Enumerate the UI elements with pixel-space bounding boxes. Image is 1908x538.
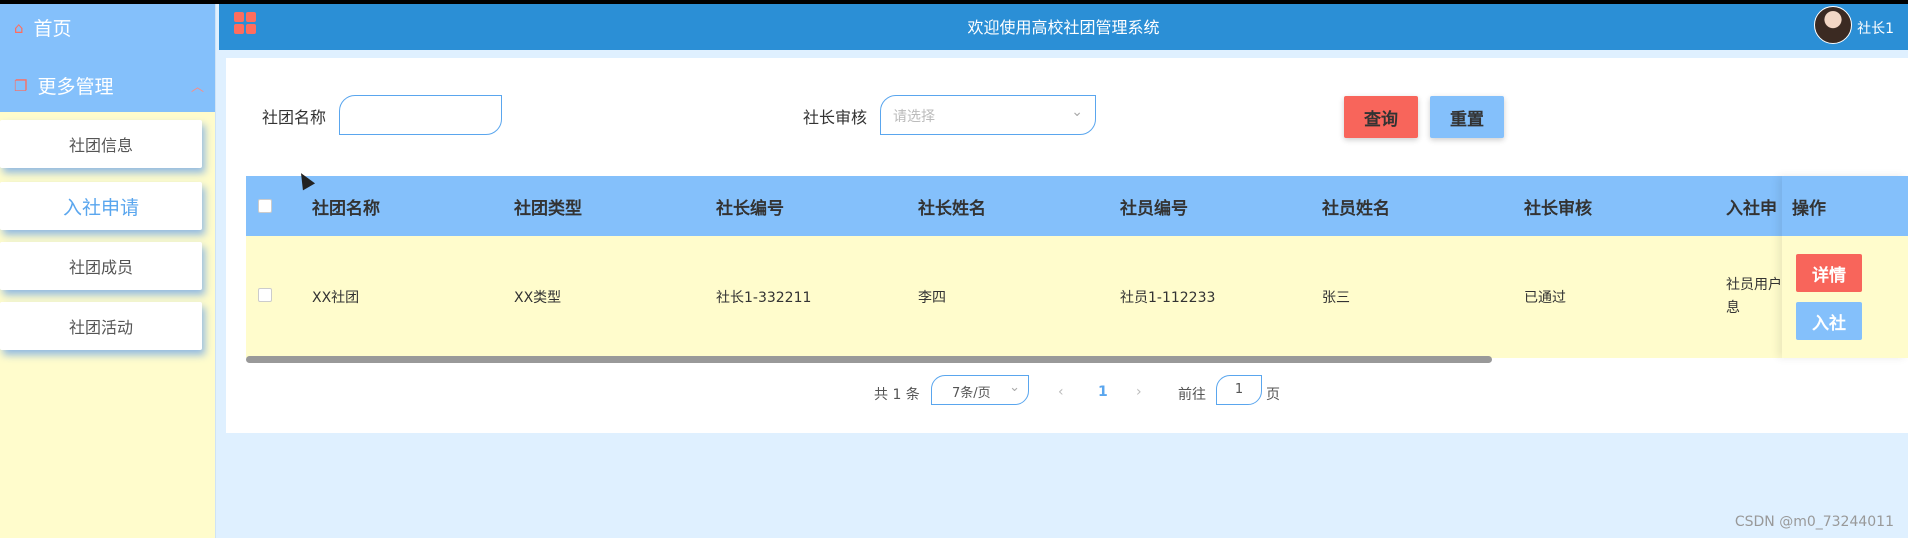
table-cell: XX社团 <box>312 290 360 306</box>
sidebar-item-more[interactable]: ❐ 更多管理 ︿ <box>14 72 204 99</box>
header-bar: 欢迎使用高校社团管理系统 社长1 <box>219 4 1908 50</box>
sidebar-item-label: 社团成员 <box>68 258 133 277</box>
home-icon: ⌂ <box>14 18 24 37</box>
goto-label: 前往 <box>1178 387 1206 403</box>
sidebar-item-join-request[interactable]: 入社申请 <box>0 182 202 230</box>
review-select[interactable]: 请选择 ⌄ <box>880 95 1096 135</box>
pagination-total: 共 1 条 <box>874 387 920 403</box>
chevron-down-icon: ⌄ <box>1071 104 1083 120</box>
select-all-checkbox[interactable] <box>258 199 272 213</box>
goto-page-value: 1 <box>1234 382 1244 397</box>
table-cell: 已通过 <box>1524 290 1566 306</box>
review-select-placeholder: 请选择 <box>893 109 935 125</box>
prev-page-button[interactable]: ‹ <box>1058 384 1064 400</box>
sidebar-home-label: 首页 <box>33 18 72 40</box>
sidebar-item-label: 社团信息 <box>68 136 133 155</box>
column-header: 社长姓名 <box>918 199 986 219</box>
table-header: 社团名称 社团类型 社长编号 社长姓名 社员编号 社员姓名 社长审核 入社申 <box>246 176 1908 236</box>
table-cell: 社员用户 <box>1726 277 1782 293</box>
sidebar-more-label: 更多管理 <box>37 76 114 98</box>
sidebar-item-club-members[interactable]: 社团成员 <box>0 242 202 290</box>
sidebar: ⌂ 首页 ❐ 更多管理 ︿ 社团信息 入社申请 社团成员 社团活动 <box>0 4 216 538</box>
sidebar-item-club-info[interactable]: 社团信息 <box>0 120 202 168</box>
sidebar-menu-header: ⌂ 首页 ❐ 更多管理 ︿ <box>0 4 215 112</box>
horizontal-scrollbar[interactable] <box>246 356 1492 363</box>
column-header: 社员姓名 <box>1322 199 1390 219</box>
sidebar-item-club-activities[interactable]: 社团活动 <box>0 302 202 350</box>
page-size-value: 7条/页 <box>952 386 991 401</box>
row-checkbox[interactable] <box>258 288 272 302</box>
table-cell: 社长1-332211 <box>716 290 812 306</box>
table-cell: 李四 <box>918 290 946 306</box>
column-header: 社团类型 <box>514 199 582 219</box>
current-page[interactable]: 1 <box>1098 384 1108 400</box>
review-label: 社长审核 <box>803 108 868 127</box>
avatar[interactable] <box>1814 6 1852 44</box>
table-row: XX社团 XX类型 社长1-332211 李四 社员1-112233 张三 已通… <box>246 236 1908 358</box>
page-size-select[interactable]: 7条/页 ⌄ <box>931 375 1029 405</box>
detail-button[interactable]: 详情 <box>1796 254 1862 292</box>
join-button[interactable]: 入社 <box>1796 302 1862 340</box>
watermark: CSDN @m0_73244011 <box>1734 514 1894 530</box>
page-suffix: 页 <box>1266 387 1280 403</box>
table-cell: 张三 <box>1322 290 1350 306</box>
page-title: 欢迎使用高校社团管理系统 <box>967 18 1160 37</box>
content-panel: 社团名称 社长审核 请选择 ⌄ 查询 重置 社团名称 社团类型 社长编号 社长姓… <box>226 58 1908 433</box>
club-name-input[interactable] <box>339 95 502 135</box>
column-header: 入社申 <box>1726 199 1777 219</box>
next-page-button[interactable]: › <box>1136 384 1142 400</box>
column-header: 社员编号 <box>1120 199 1188 219</box>
sidebar-item-home[interactable]: ⌂ 首页 <box>14 14 72 41</box>
operations-column: 操作 详情 入社 <box>1782 176 1908 358</box>
operations-cell: 详情 入社 <box>1782 236 1908 358</box>
table-cell: XX类型 <box>514 290 562 306</box>
column-header: 社长编号 <box>716 199 784 219</box>
column-header: 社团名称 <box>312 199 380 219</box>
copy-icon: ❐ <box>14 76 28 95</box>
sidebar-item-label: 社团活动 <box>68 318 133 337</box>
reset-button[interactable]: 重置 <box>1430 96 1504 138</box>
chevron-up-icon: ︿ <box>190 80 204 95</box>
chevron-down-icon: ⌄ <box>1009 380 1020 395</box>
column-header: 操作 <box>1792 199 1826 219</box>
sidebar-item-label: 入社申请 <box>62 196 139 219</box>
goto-page-input[interactable]: 1 <box>1216 375 1262 405</box>
search-button[interactable]: 查询 <box>1344 96 1418 138</box>
column-header: 社长审核 <box>1524 199 1592 219</box>
table-cell: 社员1-112233 <box>1120 290 1216 306</box>
user-name[interactable]: 社长1 <box>1857 18 1894 38</box>
club-name-label: 社团名称 <box>262 108 327 127</box>
operations-header: 操作 <box>1782 176 1908 236</box>
table-cell: 息 <box>1726 300 1740 316</box>
